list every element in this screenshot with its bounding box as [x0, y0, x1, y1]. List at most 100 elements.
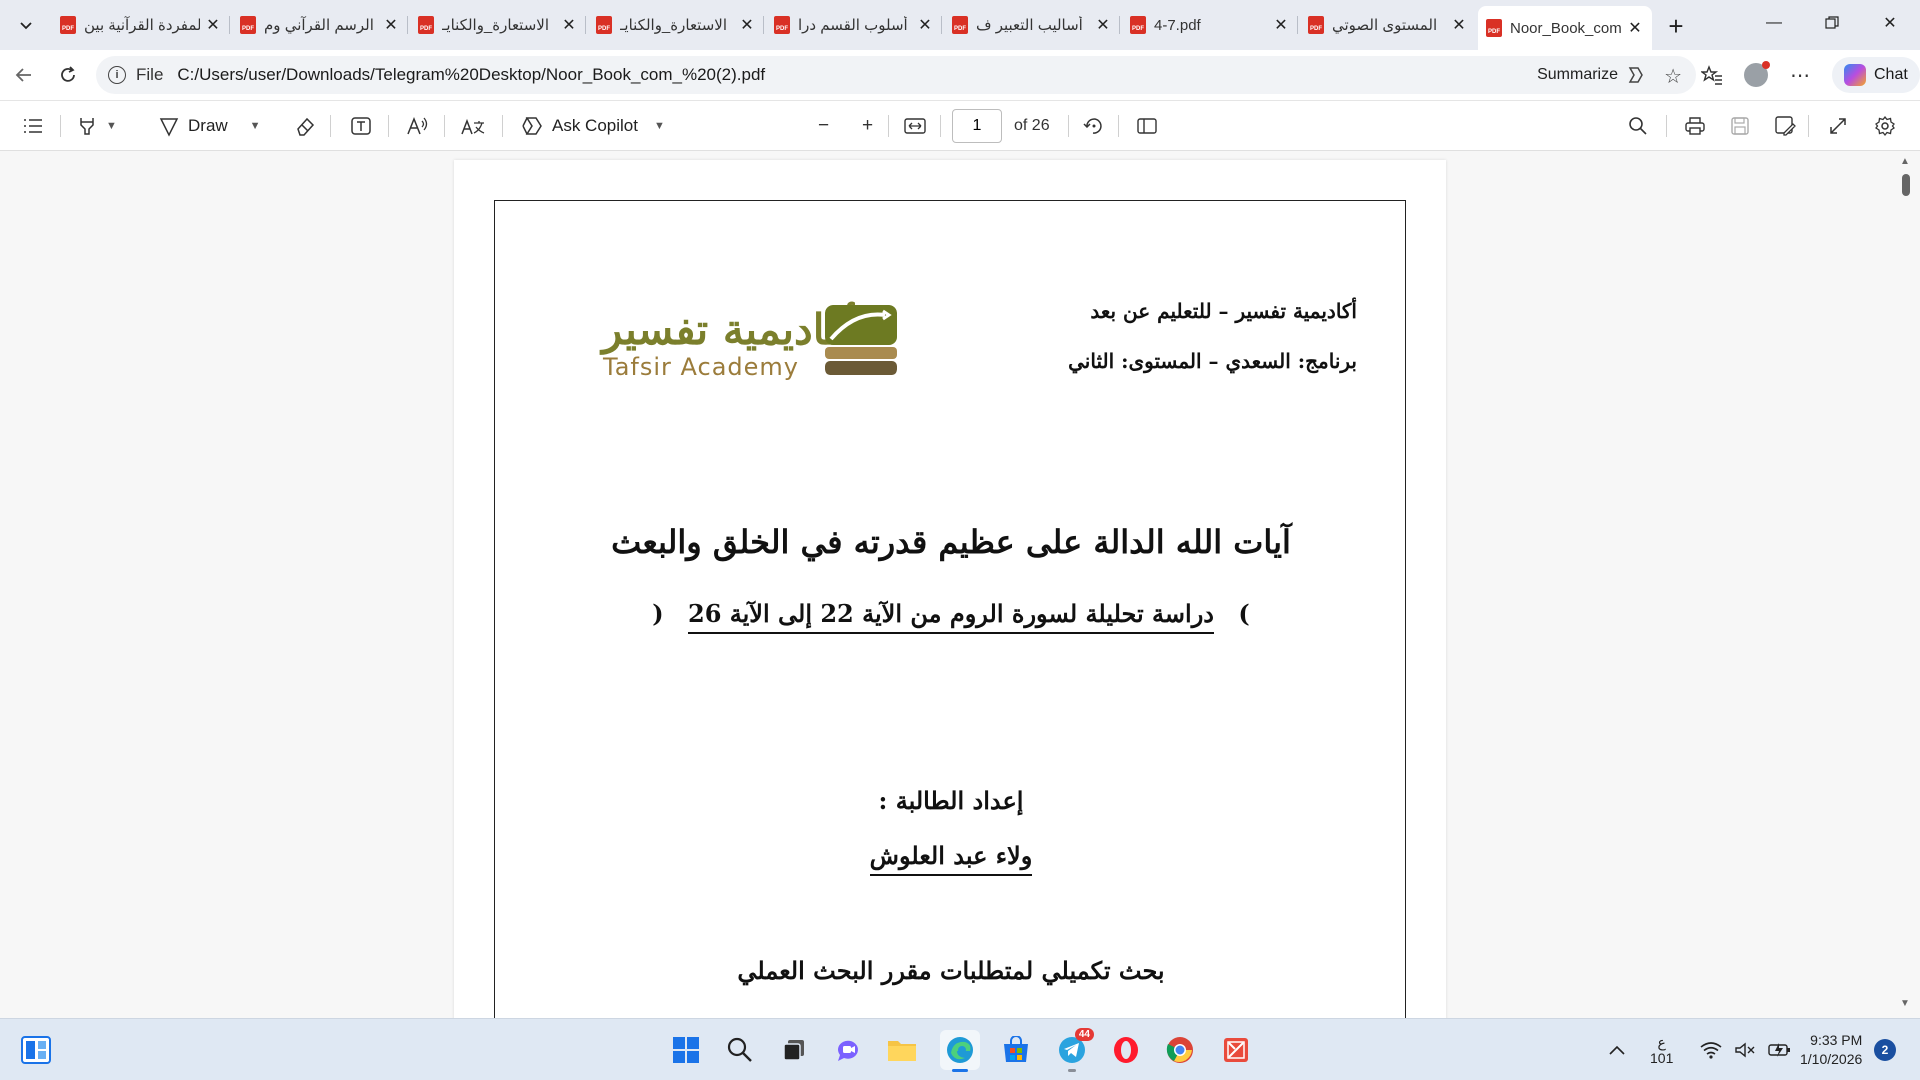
back-button[interactable]	[8, 59, 40, 91]
save-as-button[interactable]	[1774, 113, 1796, 139]
start-button[interactable]	[666, 1030, 706, 1070]
file-explorer-button[interactable]	[882, 1030, 922, 1070]
copilot-summarize-icon	[1628, 67, 1643, 83]
ask-copilot-button[interactable]: Ask Copilot ▼	[520, 113, 665, 139]
close-window-button[interactable]: ✕	[1861, 0, 1919, 46]
vertical-scrollbar[interactable]: ▲ ▼	[1898, 152, 1914, 1018]
tab[interactable]: PDF المفردة القرآنية بين ✕	[52, 6, 230, 44]
profile-button[interactable]	[1740, 59, 1772, 91]
clock-time: 9:33 PM	[1810, 1032, 1863, 1048]
pdf-viewer[interactable]: أكاديمية تفسير Tafsir Academy أكاديمية ت…	[0, 152, 1920, 1018]
telegram-button[interactable]: 44	[1052, 1028, 1094, 1072]
chevron-down-icon	[20, 22, 32, 30]
print-button[interactable]	[1684, 113, 1706, 139]
save-button[interactable]	[1730, 113, 1750, 139]
close-tab-icon[interactable]: ✕	[916, 16, 934, 34]
erase-button[interactable]	[294, 113, 316, 139]
input-method-indicator[interactable]: ع 101	[1650, 1019, 1673, 1080]
tab[interactable]: PDF 4-7.pdf ✕	[1122, 6, 1298, 44]
tab-actions-menu-button[interactable]	[10, 9, 42, 41]
quick-settings-button[interactable]	[1700, 1019, 1792, 1080]
refresh-button[interactable]	[52, 59, 84, 91]
search-button[interactable]	[1628, 113, 1648, 139]
tab[interactable]: PDF الرسم القرآني وم ✕	[232, 6, 408, 44]
summarize-button[interactable]: Summarize	[1537, 64, 1646, 86]
opera-button[interactable]	[1106, 1030, 1146, 1070]
favorite-star-icon[interactable]: ☆	[1664, 64, 1682, 89]
battery-charging-icon	[1768, 1043, 1790, 1057]
close-tab-icon[interactable]: ✕	[560, 16, 578, 34]
new-tab-button[interactable]: +	[1660, 10, 1692, 42]
close-tab-icon[interactable]: ✕	[1272, 16, 1290, 34]
page-view-button[interactable]	[1136, 113, 1158, 139]
favorites-button[interactable]	[1696, 59, 1728, 91]
info-icon[interactable]: i	[108, 66, 126, 84]
copilot-chat-button[interactable]: Chat	[1832, 57, 1920, 93]
opera-icon	[1114, 1037, 1138, 1063]
scroll-up-arrow-icon[interactable]: ▲	[1900, 156, 1910, 167]
tab[interactable]: PDF أسلوب القسم درا ✕	[766, 6, 942, 44]
restore-button[interactable]	[1803, 0, 1861, 46]
pdf-settings-button[interactable]	[1874, 113, 1896, 139]
translate-button[interactable]	[460, 113, 486, 139]
highlighter-icon	[80, 118, 94, 135]
task-view-button[interactable]	[774, 1030, 814, 1070]
summarize-label: Summarize	[1537, 66, 1618, 83]
search-taskbar-button[interactable]	[720, 1030, 760, 1070]
logo-arabic-text: أكاديمية تفسير	[602, 305, 858, 354]
read-aloud-button[interactable]	[406, 113, 430, 139]
tab[interactable]: PDF الاستعارة_والكنايـ ✕	[410, 6, 586, 44]
chevron-down-icon[interactable]: ▼	[654, 120, 665, 132]
tab-title: المستوى الصوتي	[1332, 17, 1438, 34]
tab[interactable]: PDF أساليب التعبير ف ✕	[944, 6, 1120, 44]
minimize-button[interactable]: —	[1745, 0, 1803, 46]
expand-icon	[1830, 118, 1846, 134]
fit-to-width-button[interactable]	[904, 113, 926, 139]
tab-title: Noor_Book_com	[1510, 19, 1622, 37]
clock[interactable]: 9:33 PM 1/10/2026	[1800, 1019, 1862, 1080]
settings-more-button[interactable]: ⋯	[1784, 59, 1816, 91]
scrollbar-thumb[interactable]	[1902, 174, 1910, 196]
full-screen-button[interactable]	[1828, 113, 1848, 139]
url-text[interactable]: C:/Users/user/Downloads/Telegram%20Deskt…	[177, 65, 765, 85]
store-icon	[1004, 1036, 1028, 1062]
address-bar[interactable]: i File C:/Users/user/Downloads/Telegram%…	[96, 56, 1696, 94]
draw-pen-icon	[159, 118, 179, 137]
teams-chat-button[interactable]	[828, 1030, 868, 1070]
close-tab-icon[interactable]: ✕	[382, 16, 400, 34]
edge-browser-button[interactable]	[940, 1030, 980, 1072]
rotate-button[interactable]	[1082, 113, 1104, 139]
microsoft-store-button[interactable]	[996, 1030, 1036, 1070]
close-tab-icon[interactable]: ✕	[1094, 16, 1112, 34]
tab-active[interactable]: PDF Noor_Book_com ✕	[1478, 6, 1652, 50]
document-title: آيات الله الدالة على عظيم قدرته في الخلق…	[611, 523, 1291, 561]
copilot-icon	[1844, 64, 1866, 86]
page-number-input[interactable]	[952, 109, 1002, 143]
translate-icon	[461, 118, 485, 135]
zoom-out-button[interactable]: −	[818, 113, 829, 139]
rotate-icon	[1083, 118, 1102, 134]
scroll-down-arrow-icon[interactable]: ▼	[1900, 998, 1910, 1009]
close-tab-icon[interactable]: ✕	[738, 16, 756, 34]
pdf-file-icon: PDF	[1130, 16, 1146, 34]
chevron-down-icon[interactable]: ▼	[106, 120, 117, 132]
notification-center-button[interactable]: 2	[1874, 1019, 1896, 1080]
chrome-button[interactable]	[1160, 1030, 1200, 1070]
widgets-button[interactable]	[16, 1030, 56, 1070]
pdf-app-button[interactable]	[1216, 1030, 1256, 1070]
contents-button[interactable]	[22, 113, 44, 139]
zoom-in-button[interactable]: +	[862, 113, 873, 139]
add-text-button[interactable]	[350, 113, 372, 139]
highlight-button[interactable]: ▼	[76, 113, 117, 139]
back-arrow-icon	[15, 68, 31, 82]
tab[interactable]: PDF المستوى الصوتي ✕	[1300, 6, 1476, 44]
close-tab-icon[interactable]: ✕	[204, 16, 222, 34]
copilot-outline-icon	[522, 117, 542, 135]
restore-icon	[1825, 16, 1839, 29]
show-hidden-icons-button[interactable]	[1608, 1019, 1626, 1080]
close-tab-icon[interactable]: ✕	[1626, 19, 1644, 37]
close-tab-icon[interactable]: ✕	[1450, 16, 1468, 34]
tab[interactable]: PDF الاستعارة_والكنايـ ✕	[588, 6, 764, 44]
chevron-down-icon[interactable]: ▼	[250, 120, 261, 132]
draw-button[interactable]: Draw ▼	[158, 113, 261, 139]
